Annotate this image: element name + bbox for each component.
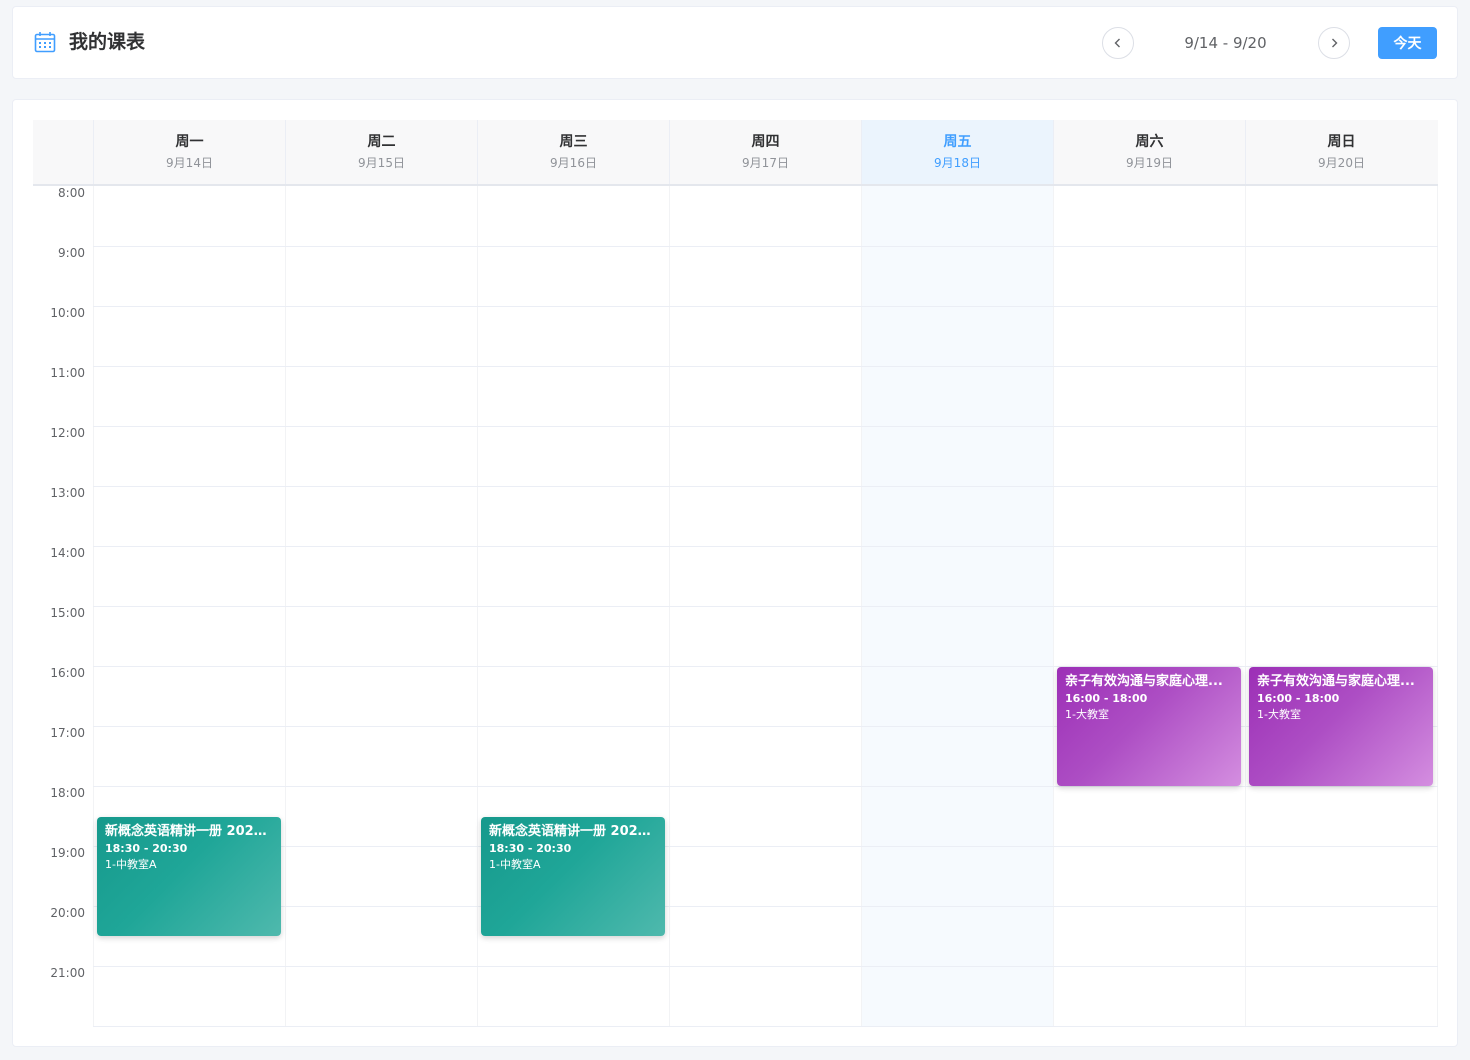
hour-gridline: [93, 246, 1438, 247]
course-event[interactable]: 新概念英语精讲一册 2026... 18:30 - 20:30 1-中教室A: [481, 817, 665, 936]
day-date: 9月17日: [742, 156, 789, 170]
time-label: 12:00: [50, 426, 85, 440]
hour-gridline: [93, 1026, 1438, 1027]
day-date: 9月19日: [1126, 156, 1173, 170]
hour-gridline: [93, 966, 1438, 967]
day-name: 周一: [175, 134, 204, 150]
day-date: 9月15日: [358, 156, 405, 170]
day-header[interactable]: 周五 9月18日: [861, 120, 1053, 184]
event-room: 1-大教室: [1257, 708, 1301, 721]
day-header[interactable]: 周四 9月17日: [669, 120, 861, 184]
day-date: 9月16日: [550, 156, 597, 170]
day-name: 周四: [751, 134, 780, 150]
event-time: 16:00 - 18:00: [1065, 692, 1148, 705]
event-title: 新概念英语精讲一册 2026...: [489, 824, 657, 839]
event-time: 18:30 - 20:30: [105, 842, 188, 855]
day-name: 周二: [367, 134, 396, 150]
event-title: 亲子有效沟通与家庭心理...: [1257, 674, 1415, 689]
day-header-row: 周一 9月14日 周二 9月15日 周三 9月16日 周四 9月17日 周五 9月18日 周六 9月1…: [33, 120, 1438, 186]
event-time: 16:00 - 18:00: [1257, 692, 1340, 705]
day-header[interactable]: 周一 9月14日: [93, 120, 285, 184]
time-label: 13:00: [50, 486, 85, 500]
next-week-button[interactable]: [1318, 27, 1350, 59]
course-event[interactable]: 亲子有效沟通与家庭心理... 16:00 - 18:00 1-大教室: [1057, 667, 1241, 786]
course-event[interactable]: 新概念英语精讲一册 2026... 18:30 - 20:30 1-中教室A: [97, 817, 281, 936]
time-label: 11:00: [50, 366, 85, 380]
day-date: 9月18日: [934, 156, 981, 170]
time-label: 8:00: [58, 186, 85, 200]
day-name: 周六: [1135, 134, 1164, 150]
chevron-right-icon: [1332, 38, 1338, 48]
time-label: 14:00: [50, 546, 85, 560]
event-room: 1-中教室A: [489, 858, 541, 871]
hour-gridline: [93, 906, 1438, 907]
hour-gridline: [93, 486, 1438, 487]
week-grid: 周一 9月14日 周二 9月15日 周三 9月16日 周四 9月17日 周五 9月18日 周六 9月1…: [33, 120, 1438, 1027]
event-title: 亲子有效沟通与家庭心理...: [1065, 674, 1223, 689]
day-date: 9月20日: [1318, 156, 1365, 170]
calendar-icon: [34, 32, 56, 53]
time-label: 16:00: [50, 666, 85, 680]
day-header[interactable]: 周三 9月16日: [477, 120, 669, 184]
day-header[interactable]: 周二 9月15日: [285, 120, 477, 184]
week-range: 9/14 - 9/20: [1184, 34, 1267, 52]
schedule-card: 周一 9月14日 周二 9月15日 周三 9月16日 周四 9月17日 周五 9月18日 周六 9月1…: [12, 99, 1458, 1047]
time-label: 15:00: [50, 606, 85, 620]
day-name: 周五: [943, 134, 972, 150]
day-header[interactable]: 周六 9月19日: [1053, 120, 1245, 184]
event-room: 1-大教室: [1065, 708, 1109, 721]
course-event[interactable]: 亲子有效沟通与家庭心理... 16:00 - 18:00 1-大教室: [1249, 667, 1433, 786]
timetable-body: 8:00 9:00 10:00 11:00 12:00 13:00 14:00 15:00 16…: [33, 186, 1438, 1027]
time-label: 20:00: [50, 906, 85, 920]
day-date: 9月14日: [166, 156, 213, 170]
time-label: 9:00: [58, 246, 85, 260]
day-name: 周三: [559, 134, 588, 150]
time-label: 19:00: [50, 846, 85, 860]
hour-gridline: [93, 786, 1438, 787]
header-bar: 我的课表 9/14 - 9/20 今天: [12, 6, 1458, 79]
time-label: 21:00: [50, 966, 85, 980]
hour-gridline: [93, 546, 1438, 547]
event-time: 18:30 - 20:30: [489, 842, 572, 855]
hour-gridline: [93, 606, 1438, 607]
today-button[interactable]: 今天: [1378, 27, 1437, 59]
day-name: 周日: [1327, 134, 1356, 150]
event-room: 1-中教室A: [105, 858, 157, 871]
event-title: 新概念英语精讲一册 2026...: [105, 824, 273, 839]
page-title: 我的课表: [69, 31, 146, 53]
time-label: 18:00: [50, 786, 85, 800]
chevron-left-icon: [1114, 38, 1120, 48]
hour-gridline: [93, 306, 1438, 307]
time-label: 10:00: [50, 306, 85, 320]
hour-gridline: [93, 426, 1438, 427]
hour-gridline: [93, 846, 1438, 847]
prev-week-button[interactable]: [1102, 27, 1134, 59]
time-label: 17:00: [50, 726, 85, 740]
day-header[interactable]: 周日 9月20日: [1245, 120, 1437, 184]
hour-gridline: [93, 366, 1438, 367]
